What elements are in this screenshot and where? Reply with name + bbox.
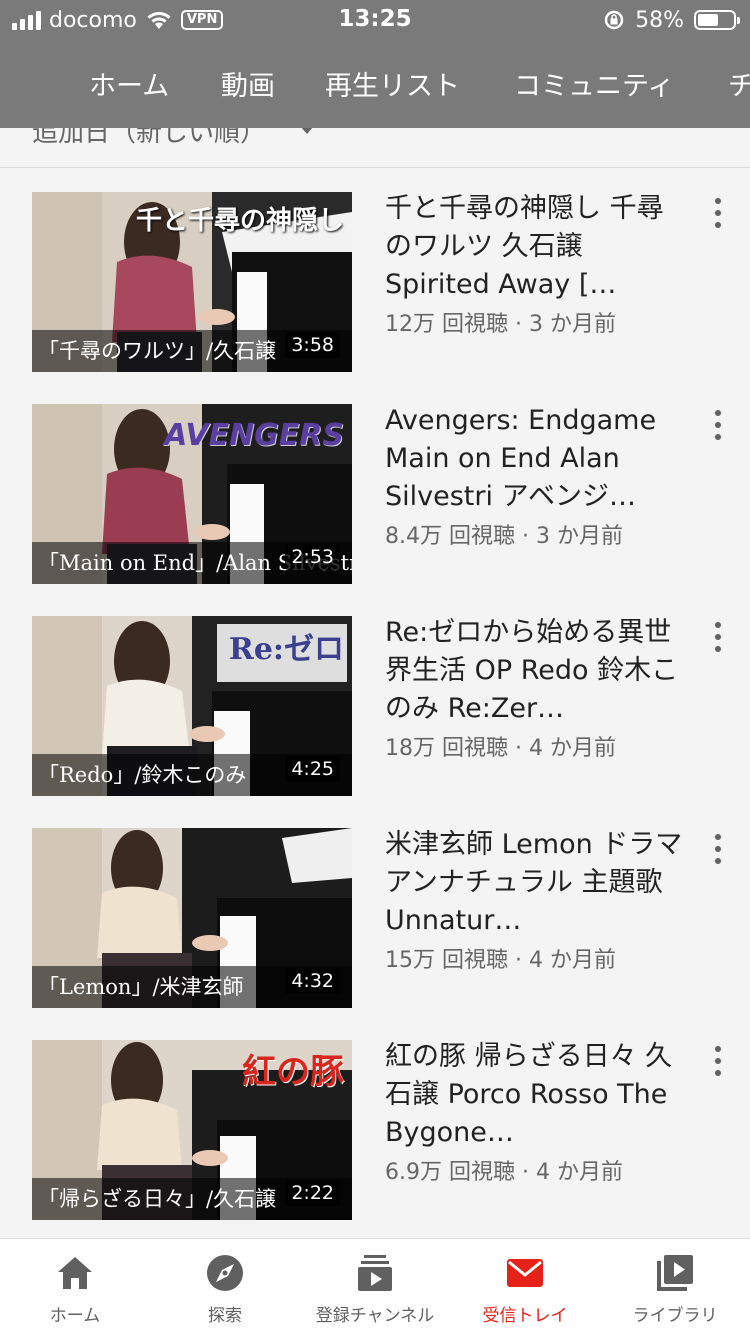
video-title[interactable]: Re:ゼロから始める異世界生活 OP Redo 鈴木このみ Re:Zer…	[385, 614, 685, 728]
library-icon	[657, 1255, 693, 1291]
duration-badge: 4:25	[285, 756, 340, 782]
more-options-icon[interactable]	[708, 834, 728, 864]
video-title[interactable]: Avengers: Endgame Main on End Alan Silve…	[385, 402, 685, 516]
nav-label: 探索	[208, 1306, 242, 1326]
video-item[interactable]: AVENGERS 「Main on End」/Alan Silvestri 2:…	[0, 380, 750, 592]
tab-community[interactable]: コミュニティ	[514, 64, 674, 103]
video-title[interactable]: 千と千尋の神隠し 千尋のワルツ 久石譲 Spirited Away […	[385, 190, 685, 304]
channel-tab-bar: ホーム 動画 再生リスト コミュニティ チ	[0, 40, 750, 128]
sort-label[interactable]: 追加日（新しい順）	[32, 128, 266, 149]
more-options-icon[interactable]	[708, 198, 728, 228]
thumbnail-overlay-title: 千と千尋の神隠し	[135, 206, 344, 236]
tab-home[interactable]: ホーム	[89, 64, 169, 103]
video-thumbnail[interactable]: AVENGERS 「Main on End」/Alan Silvestri 2:…	[32, 404, 352, 584]
bottom-navigation: ホーム 探索 登録チャンネル 受信トレイ ライブラリ	[0, 1238, 750, 1334]
nav-inbox[interactable]: 受信トレイ	[450, 1239, 600, 1334]
nav-library[interactable]: ライブラリ	[600, 1239, 750, 1334]
more-options-icon[interactable]	[708, 622, 728, 652]
nav-label: 受信トレイ	[482, 1306, 568, 1326]
duration-badge: 3:58	[285, 332, 340, 358]
nav-label: ホーム	[49, 1306, 101, 1326]
nav-label: ライブラリ	[632, 1306, 718, 1326]
battery-percent: 58%	[635, 7, 684, 33]
nav-label: 登録チャンネル	[315, 1306, 435, 1326]
more-options-icon[interactable]	[708, 1046, 728, 1076]
video-thumbnail[interactable]: 千と千尋の神隠し 「千尋のワルツ」/久石譲 3:58	[32, 192, 352, 372]
video-thumbnail[interactable]: 紅の豚 「帰らざる日々」/久石譲 2:22	[32, 1040, 352, 1220]
thumbnail-overlay-title: Re:ゼロ	[228, 632, 344, 667]
compass-icon	[207, 1255, 243, 1291]
duration-badge: 4:32	[285, 968, 340, 994]
thumbnail-overlay-title: 紅の豚	[242, 1052, 344, 1092]
app-screen: docomo VPN 13:25 58% ホーム 動画 再生リスト コミュニティ…	[0, 0, 750, 1334]
battery-fill	[698, 14, 718, 26]
tab-playlists[interactable]: 再生リスト	[325, 64, 460, 103]
video-item[interactable]: 紅の豚 「帰らざる日々」/久石譲 2:22 紅の豚 帰らざる日々 久石譲 Por…	[0, 1016, 750, 1228]
rotation-lock-icon	[604, 10, 624, 30]
video-meta: 18万 回視聴 · 4 か月前	[385, 736, 616, 761]
subscriptions-icon	[358, 1255, 392, 1291]
status-right: 58%	[603, 6, 740, 34]
video-meta: 12万 回視聴 · 3 か月前	[385, 312, 616, 337]
video-title[interactable]: 紅の豚 帰らざる日々 久石譲 Porco Rosso The Bygone…	[385, 1038, 685, 1152]
status-bar: docomo VPN 13:25 58%	[0, 0, 750, 40]
sort-row[interactable]: 追加日（新しい順）	[0, 128, 750, 168]
nav-explore[interactable]: 探索	[150, 1239, 300, 1334]
video-meta: 15万 回視聴 · 4 か月前	[385, 948, 616, 973]
battery-icon	[694, 10, 740, 30]
video-item[interactable]: 千と千尋の神隠し 「千尋のワルツ」/久石譲 3:58 千と千尋の神隠し 千尋のワ…	[0, 168, 750, 380]
more-options-icon[interactable]	[708, 410, 728, 440]
video-thumbnail[interactable]: Re:ゼロ 「Redo」/鈴木このみ 4:25	[32, 616, 352, 796]
nav-subscriptions[interactable]: 登録チャンネル	[300, 1239, 450, 1334]
nav-home[interactable]: ホーム	[0, 1239, 150, 1334]
thumbnail-overlay-title: AVENGERS	[164, 418, 344, 453]
video-meta: 6.9万 回視聴 · 4 か月前	[385, 1160, 623, 1185]
dropdown-caret-icon	[300, 128, 314, 134]
inbox-icon	[507, 1259, 543, 1287]
tab-channels[interactable]: チ	[728, 64, 750, 103]
tab-videos[interactable]: 動画	[221, 64, 275, 103]
video-title[interactable]: 米津玄師 Lemon ドラマ アンナチュラル 主題歌 Unnatur…	[385, 826, 685, 940]
home-icon	[58, 1257, 92, 1289]
video-item[interactable]: 「Lemon」/米津玄師 4:32 米津玄師 Lemon ドラマ アンナチュラル…	[0, 804, 750, 1016]
video-list: 千と千尋の神隠し 「千尋のワルツ」/久石譲 3:58 千と千尋の神隠し 千尋のワ…	[0, 168, 750, 1228]
video-thumbnail[interactable]: 「Lemon」/米津玄師 4:32	[32, 828, 352, 1008]
video-meta: 8.4万 回視聴 · 3 か月前	[385, 524, 623, 549]
video-item[interactable]: Re:ゼロ 「Redo」/鈴木このみ 4:25 Re:ゼロから始める異世界生活 …	[0, 592, 750, 804]
duration-badge: 2:53	[285, 544, 340, 570]
duration-badge: 2:22	[285, 1180, 340, 1206]
